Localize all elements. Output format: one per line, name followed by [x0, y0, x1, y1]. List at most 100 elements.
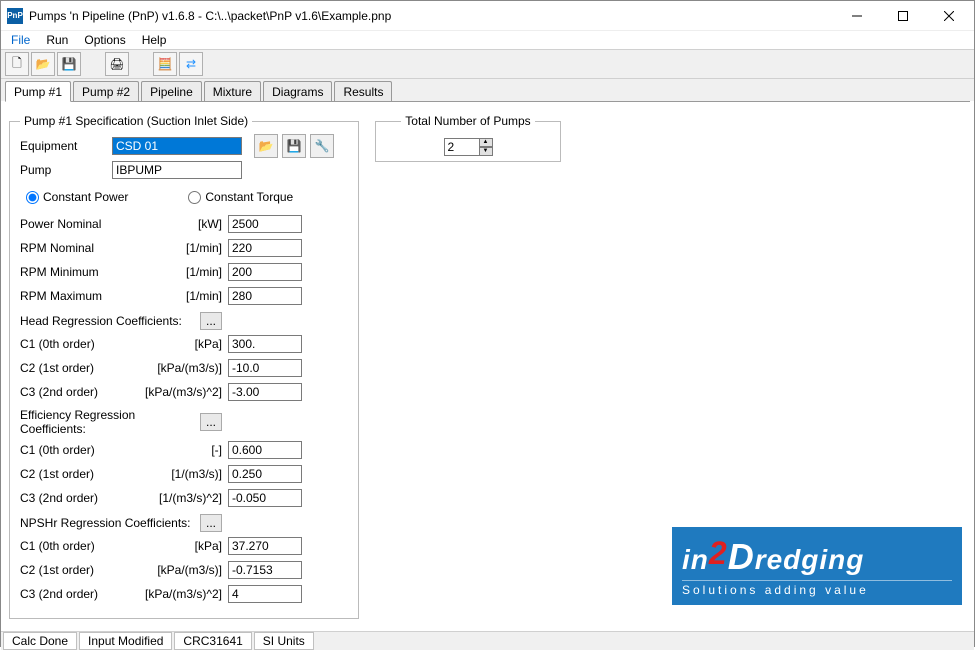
eff-coeff-button[interactable]: ...: [200, 413, 222, 431]
window-titlebar: PnP Pumps 'n Pipeline (PnP) v1.6.8 - C:\…: [1, 1, 974, 31]
npshr-c1-input[interactable]: [228, 537, 302, 555]
rpm-maximum-input[interactable]: [228, 287, 302, 305]
logo-pre: in: [682, 544, 709, 575]
pump-input[interactable]: [112, 161, 242, 179]
equipment-save-button[interactable]: 💾: [282, 134, 306, 158]
print-button[interactable]: 🖨: [105, 52, 129, 76]
chevron-up-icon: ▲: [483, 139, 489, 145]
eff-c2-unit: [1/(m3/s)]: [138, 467, 228, 481]
logo-rest: redging: [755, 544, 865, 575]
maximize-button[interactable]: [880, 1, 926, 31]
npshr-c1-label: C1 (0th order): [20, 539, 138, 553]
constant-torque-label: Constant Torque: [205, 190, 293, 204]
logo-two: 2: [709, 535, 728, 571]
wrench-icon: 🔧: [315, 139, 330, 153]
window-title: Pumps 'n Pipeline (PnP) v1.6.8 - C:\..\p…: [29, 9, 834, 23]
toolbar: 🗋 📂 💾 🖨 🧮 ⇄: [1, 50, 974, 79]
rpm-minimum-unit: [1/min]: [138, 265, 228, 279]
power-nominal-input[interactable]: [228, 215, 302, 233]
menu-options[interactable]: Options: [76, 31, 133, 49]
tab-strip: Pump #1 Pump #2 Pipeline Mixture Diagram…: [1, 79, 974, 101]
equipment-input[interactable]: [112, 137, 242, 155]
menu-help[interactable]: Help: [134, 31, 175, 49]
head-c2-input[interactable]: [228, 359, 302, 377]
rpm-minimum-input[interactable]: [228, 263, 302, 281]
close-button[interactable]: [926, 1, 972, 31]
spinner-down-button[interactable]: ▼: [479, 147, 493, 156]
eff-c3-unit: [1/(m3/s)^2]: [138, 491, 228, 505]
open-button[interactable]: 📂: [31, 52, 55, 76]
minimize-icon: [852, 11, 862, 21]
npshr-c3-unit: [kPa/(m3/s)^2]: [138, 587, 228, 601]
logo-tagline: Solutions adding value: [682, 580, 952, 597]
npshr-coeff-button[interactable]: ...: [200, 514, 222, 532]
new-file-icon: 🗋: [12, 54, 22, 75]
status-units: SI Units: [254, 632, 314, 650]
menu-run[interactable]: Run: [38, 31, 76, 49]
calculator-icon: 🧮: [158, 57, 173, 71]
equipment-open-button[interactable]: 📂: [254, 134, 278, 158]
total-pumps-spinner[interactable]: ▲ ▼: [444, 138, 493, 156]
status-crc: CRC31641: [174, 632, 251, 650]
head-c1-unit: [kPa]: [138, 337, 228, 351]
tab-pump1[interactable]: Pump #1: [5, 81, 71, 102]
menu-file[interactable]: File: [3, 31, 38, 49]
constant-power-radio[interactable]: Constant Power: [26, 190, 128, 204]
tab-mixture[interactable]: Mixture: [204, 81, 261, 101]
total-pumps-input[interactable]: [444, 138, 480, 156]
head-c2-label: C2 (1st order): [20, 361, 138, 375]
npshr-c3-input[interactable]: [228, 585, 302, 603]
new-button[interactable]: 🗋: [5, 52, 29, 76]
logo-d: D: [728, 536, 755, 577]
rpm-maximum-unit: [1/min]: [138, 289, 228, 303]
npshr-c1-unit: [kPa]: [138, 539, 228, 553]
pump-label: Pump: [20, 163, 112, 177]
npshr-c2-input[interactable]: [228, 561, 302, 579]
eff-c1-input[interactable]: [228, 441, 302, 459]
rpm-nominal-label: RPM Nominal: [20, 241, 138, 255]
rpm-nominal-input[interactable]: [228, 239, 302, 257]
power-nominal-unit: [kW]: [138, 217, 228, 231]
save-button[interactable]: 💾: [57, 52, 81, 76]
npshr-c3-label: C3 (2nd order): [20, 587, 138, 601]
print-icon: 🖨: [109, 57, 124, 71]
tab-pipeline[interactable]: Pipeline: [141, 81, 202, 101]
head-coeff-button[interactable]: ...: [200, 312, 222, 330]
head-c3-label: C3 (2nd order): [20, 385, 138, 399]
transfer-button[interactable]: ⇄: [179, 52, 203, 76]
rpm-minimum-label: RPM Minimum: [20, 265, 138, 279]
constant-torque-radio-input[interactable]: [188, 191, 201, 204]
status-calc: Calc Done: [3, 632, 77, 650]
head-c2-unit: [kPa/(m3/s)]: [138, 361, 228, 375]
calculator-button[interactable]: 🧮: [153, 52, 177, 76]
total-pumps-legend: Total Number of Pumps: [401, 114, 534, 128]
spinner-up-button[interactable]: ▲: [479, 138, 493, 147]
minimize-button[interactable]: [834, 1, 880, 31]
head-coeff-label: Head Regression Coefficients:: [20, 314, 200, 328]
eff-coeff-label: Efficiency Regression Coefficients:: [20, 408, 200, 436]
rpm-maximum-label: RPM Maximum: [20, 289, 138, 303]
head-c3-input[interactable]: [228, 383, 302, 401]
status-modified: Input Modified: [79, 632, 172, 650]
folder-open-icon: 📂: [36, 57, 51, 71]
eff-c1-label: C1 (0th order): [20, 443, 138, 457]
menu-bar: File Run Options Help: [1, 31, 974, 50]
content-area: Pump #1 Specification (Suction Inlet Sid…: [1, 102, 974, 631]
constant-torque-radio[interactable]: Constant Torque: [188, 190, 293, 204]
eff-c2-label: C2 (1st order): [20, 467, 138, 481]
status-bar: Calc Done Input Modified CRC31641 SI Uni…: [1, 631, 974, 650]
tab-results[interactable]: Results: [334, 81, 392, 101]
equipment-settings-button[interactable]: 🔧: [310, 134, 334, 158]
close-icon: [944, 11, 954, 21]
eff-c3-input[interactable]: [228, 489, 302, 507]
maximize-icon: [898, 11, 908, 21]
tab-pump2[interactable]: Pump #2: [73, 81, 139, 101]
total-pumps-group: Total Number of Pumps ▲ ▼: [375, 114, 561, 162]
head-c1-input[interactable]: [228, 335, 302, 353]
npshr-c2-label: C2 (1st order): [20, 563, 138, 577]
tab-diagrams[interactable]: Diagrams: [263, 81, 332, 101]
constant-power-radio-input[interactable]: [26, 191, 39, 204]
equipment-label: Equipment: [20, 139, 112, 153]
eff-c2-input[interactable]: [228, 465, 302, 483]
head-c1-label: C1 (0th order): [20, 337, 138, 351]
